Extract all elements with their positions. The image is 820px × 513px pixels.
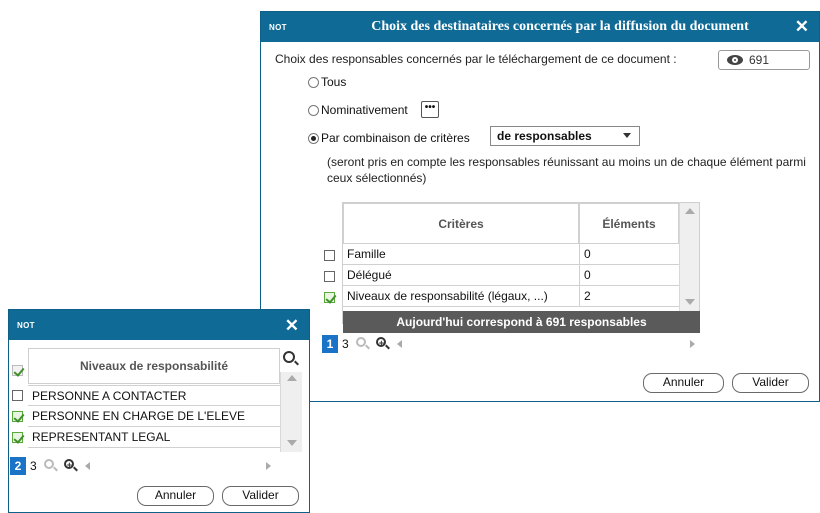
scroll-left-icon[interactable] [396, 340, 402, 348]
scroll-right-icon[interactable] [690, 340, 695, 348]
table-row-value[interactable]: 0 [579, 244, 679, 265]
radio-nominativement-label: Nominativement [321, 103, 408, 117]
elements-header: Éléments [579, 203, 679, 244]
scroll-right-icon[interactable] [266, 462, 271, 470]
row-checkbox-niveaux[interactable] [324, 292, 335, 303]
table-row-label[interactable]: Délégué [343, 265, 579, 286]
levels-dialog: NOT ✕ Niveaux de responsabilité PERSONNE… [8, 309, 310, 513]
chevron-down-icon [623, 133, 631, 138]
search-button[interactable] [280, 348, 302, 370]
scroll-left-icon[interactable] [84, 462, 90, 470]
radio-nominativement[interactable]: Nominativement [308, 103, 408, 117]
main-titlebar: NOT Choix des destinataires concernés pa… [261, 12, 819, 42]
level-checkbox[interactable] [12, 390, 23, 401]
radio-par-combinaison-circle[interactable] [308, 132, 319, 144]
levels-header: Niveaux de responsabilité [28, 348, 280, 384]
scroll-up-icon[interactable] [685, 208, 695, 214]
recipient-count: 691 [749, 53, 770, 67]
radio-tous[interactable]: Tous [308, 75, 346, 89]
search-disabled-icon [355, 337, 370, 351]
level-checkbox[interactable] [12, 411, 23, 422]
row-checkbox-famille[interactable] [324, 250, 335, 261]
cancel-button[interactable]: Annuler [137, 486, 214, 506]
table-row-label[interactable]: Niveaux de responsabilité (légaux, ...) [343, 286, 579, 307]
cancel-button[interactable]: Annuler [643, 373, 724, 393]
validate-button[interactable]: Valider [732, 373, 809, 393]
radio-nominativement-circle[interactable] [308, 104, 319, 116]
radio-tous-label: Tous [321, 75, 347, 89]
combo-type-value: de responsables [497, 129, 592, 143]
levels-pager: 2 3 + [10, 456, 301, 476]
scroll-down-icon[interactable] [685, 299, 695, 305]
scroll-down-icon[interactable] [287, 440, 297, 446]
page-count: 3 [342, 337, 349, 351]
eye-icon [727, 55, 743, 65]
table-row-value[interactable]: 2 [579, 286, 679, 307]
not-tag: NOT [17, 320, 35, 330]
main-dialog: NOT Choix des destinataires concernés pa… [260, 11, 820, 402]
page-count: 3 [30, 459, 37, 473]
levels-titlebar: NOT ✕ [9, 310, 309, 340]
scroll-up-icon[interactable] [287, 375, 297, 381]
validate-button[interactable]: Valider [222, 486, 299, 506]
criteria-scrollbar[interactable] [679, 203, 699, 323]
table-row-value[interactable]: 0 [579, 265, 679, 286]
current-page: 2 [10, 457, 26, 475]
dialog-title: Choix des destinataires concernés par la… [371, 19, 749, 34]
criteria-note: (seront pris en compte les responsables … [327, 155, 806, 185]
radio-par-combinaison[interactable]: Par combinaison de critères [308, 131, 470, 145]
recipient-count-box[interactable]: 691 [718, 50, 810, 70]
radio-tous-circle[interactable] [308, 76, 319, 88]
zoom-search-icon[interactable]: + [63, 459, 78, 473]
criteria-summary-bar: Aujourd'hui correspond à 691 responsable… [343, 311, 700, 333]
criteria-pager: 1 3 + [322, 334, 700, 354]
list-item[interactable]: PERSONNE EN CHARGE DE L'ELEVE [28, 406, 280, 427]
not-tag: NOT [269, 22, 287, 32]
criteria-header: Critères [343, 203, 579, 244]
nominative-picker-button[interactable]: ••• [421, 101, 439, 118]
levels-scrollbar[interactable] [280, 372, 302, 452]
radio-par-combinaison-label: Par combinaison de critères [321, 131, 470, 145]
intro-label: Choix des responsables concernés par le … [275, 52, 677, 66]
row-checkbox-delegue[interactable] [324, 271, 335, 282]
list-item[interactable]: PERSONNE A CONTACTER [28, 385, 280, 406]
search-disabled-icon [43, 459, 58, 473]
current-page: 1 [322, 335, 338, 353]
select-all-checkbox[interactable] [12, 365, 23, 376]
list-item[interactable]: REPRESENTANT LEGAL [28, 427, 280, 448]
close-icon[interactable]: ✕ [795, 17, 809, 37]
table-row-label[interactable]: Famille [343, 244, 579, 265]
search-icon[interactable] [283, 351, 299, 367]
zoom-search-icon[interactable]: + [375, 337, 390, 351]
close-icon[interactable]: ✕ [285, 316, 299, 336]
level-checkbox[interactable] [12, 432, 23, 443]
combo-type-select[interactable]: de responsables [490, 126, 640, 146]
